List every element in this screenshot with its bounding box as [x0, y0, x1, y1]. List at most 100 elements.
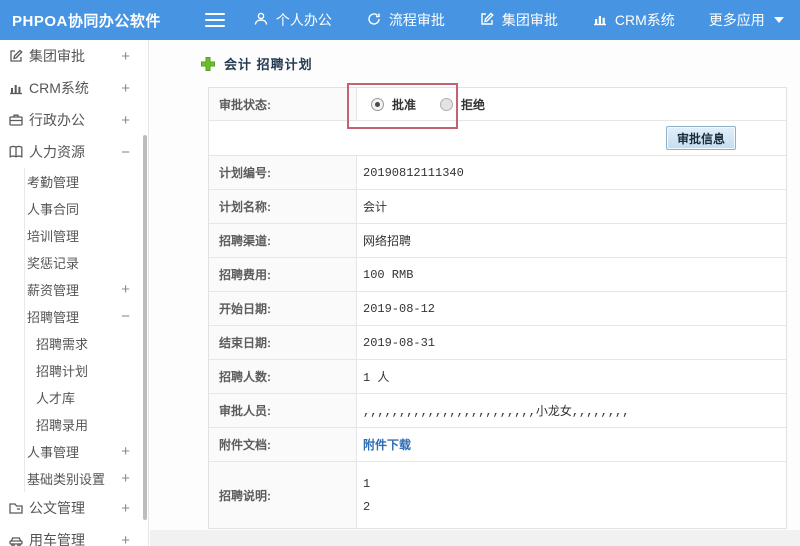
- radio-approve[interactable]: 批准: [371, 96, 416, 113]
- sidebar-item-label: 人力资源: [29, 144, 85, 160]
- form-row: 开始日期: 2019-08-12: [209, 292, 786, 326]
- field-label: 审批状态:: [209, 88, 357, 120]
- sidebar-menu: 集团审批 + CRM系统 + 行政办公 + 人力资源 − 考勤管理 人事合同 培训管理 奖惩记录 薪资管…: [0, 40, 148, 546]
- radio-reject[interactable]: 拒绝: [440, 96, 485, 113]
- sidebar-item-recruit-need[interactable]: 招聘需求: [0, 330, 148, 357]
- status-radio-group: 批准 拒绝: [371, 96, 485, 113]
- sidebar-item-human-resources[interactable]: 人力资源 −: [0, 136, 148, 168]
- field-label: 计划编号:: [209, 156, 357, 189]
- bar-chart-icon: [592, 11, 608, 30]
- nav-crm-system[interactable]: CRM系统: [592, 10, 675, 30]
- topbar: PHPOA协同办公软件 个人办公 流程审批 集团审批 CRM系统 更多应用: [0, 0, 800, 40]
- sidebar-item-document[interactable]: 公文管理 +: [0, 492, 148, 524]
- sidebar-item-label: 招聘计划: [36, 364, 89, 379]
- radio-approve-control[interactable]: [371, 97, 384, 111]
- sidebar-item-label: 招聘管理: [27, 310, 80, 325]
- briefcase-icon: [8, 112, 24, 128]
- expand-icon[interactable]: +: [121, 501, 130, 516]
- collapse-icon[interactable]: −: [121, 145, 130, 160]
- page-header: 会计 招聘计划: [150, 40, 800, 73]
- approval-info-button[interactable]: 审批信息: [665, 126, 736, 150]
- field-value: 2019-08-31: [363, 335, 436, 350]
- sidebar: 集团审批 + CRM系统 + 行政办公 + 人力资源 − 考勤管理 人事合同 培训管理 奖惩记录 薪资管…: [0, 40, 149, 546]
- sidebar-item-recruit-plan[interactable]: 招聘计划: [0, 357, 148, 384]
- field-label: 招聘费用:: [209, 258, 357, 291]
- sidebar-item-recruit[interactable]: 招聘管理 −: [0, 303, 148, 330]
- field-label: 结束日期:: [209, 326, 357, 359]
- attachment-download-link[interactable]: 附件下载: [363, 436, 411, 453]
- form-rows: 计划编号: 20190812111340 计划名称: 会计 招聘渠道: 网络招聘 招聘费用:…: [209, 156, 786, 528]
- sidebar-item-label: 人事管理: [27, 445, 80, 460]
- field-label: 开始日期:: [209, 292, 357, 325]
- sidebar-item-admin-office[interactable]: 行政办公 +: [0, 104, 148, 136]
- form-row: 招聘费用: 100 RMB: [209, 258, 786, 292]
- book-icon: [8, 144, 24, 160]
- sidebar-scrollbar[interactable]: [143, 135, 147, 520]
- sidebar-item-training[interactable]: 培训管理: [0, 222, 148, 249]
- main-content: 会计 招聘计划 审批状态: 批准 拒绝 审批信息 计划编号: 201908121…: [150, 40, 800, 546]
- recruit-plan-form: 审批状态: 批准 拒绝 审批信息 计划编号: 20190812111340 计划名: [208, 87, 787, 529]
- nav-more-apps[interactable]: 更多应用: [709, 10, 784, 30]
- edit-icon: [479, 11, 495, 30]
- sidebar-item-base-category[interactable]: 基础类别设置 +: [0, 465, 148, 492]
- sidebar-item-label: 招聘录用: [36, 418, 89, 433]
- field-value: ,,,,,,,,,,,,,,,,,,,,,,,,小龙女,,,,,,,,: [363, 405, 630, 419]
- field-value: 1 人: [363, 371, 390, 385]
- sidebar-item-vehicle[interactable]: 用车管理 +: [0, 524, 148, 546]
- form-row-actions: 审批信息: [209, 121, 786, 156]
- form-row: 审批人员: ,,,,,,,,,,,,,,,,,,,,,,,,小龙女,,,,,,,,: [209, 394, 786, 428]
- expand-icon[interactable]: +: [121, 49, 130, 64]
- radio-approve-label: 批准: [392, 97, 417, 112]
- nav-item-label: 个人办公: [275, 12, 332, 28]
- nav-item-label: 更多应用: [708, 12, 765, 28]
- sidebar-item-crm-system[interactable]: CRM系统 +: [0, 72, 148, 104]
- field-label: 招聘说明:: [209, 462, 357, 528]
- sidebar-item-attendance[interactable]: 考勤管理: [0, 168, 148, 195]
- sidebar-item-group-approval[interactable]: 集团审批 +: [0, 40, 148, 72]
- collapse-icon[interactable]: −: [121, 309, 130, 324]
- sidebar-item-talent-pool[interactable]: 人才库: [0, 384, 148, 411]
- nav-personal-office[interactable]: 个人办公: [253, 10, 332, 30]
- sidebar-item-label: CRM系统: [29, 80, 89, 96]
- form-row: 招聘说明: 1 2: [209, 462, 786, 528]
- sidebar-item-reward-punish[interactable]: 奖惩记录: [0, 249, 148, 276]
- description-line: 1: [363, 476, 371, 491]
- form-row: 计划名称: 会计: [209, 190, 786, 224]
- menu-hamburger-icon[interactable]: [204, 13, 225, 27]
- form-row: 附件文档: 附件下载: [209, 428, 786, 462]
- sidebar-item-hr-contract[interactable]: 人事合同: [0, 195, 148, 222]
- expand-icon[interactable]: +: [121, 113, 130, 128]
- expand-icon[interactable]: +: [121, 282, 130, 297]
- nav-item-label: 集团审批: [501, 12, 558, 28]
- field-value: 网络招聘: [363, 235, 412, 249]
- sidebar-item-personnel[interactable]: 人事管理 +: [0, 438, 148, 465]
- sidebar-item-label: 用车管理: [29, 532, 85, 546]
- field-value: 20190812111340: [363, 165, 464, 180]
- sidebar-item-recruit-hire[interactable]: 招聘录用: [0, 411, 148, 438]
- page-title: 会计 招聘计划: [224, 57, 313, 72]
- expand-icon[interactable]: +: [121, 533, 130, 546]
- topbar-nav: 个人办公 流程审批 集团审批 CRM系统 更多应用: [253, 10, 784, 30]
- sidebar-item-label: 集团审批: [29, 48, 85, 64]
- nav-process-approval[interactable]: 流程审批: [366, 10, 445, 30]
- app-logo: PHPOA协同办公软件: [12, 12, 161, 30]
- car-icon: [8, 532, 24, 546]
- form-row: 招聘渠道: 网络招聘: [209, 224, 786, 258]
- field-value: 附件下载: [357, 428, 786, 461]
- nav-group-approval[interactable]: 集团审批: [479, 10, 558, 30]
- field-value: 12: [357, 462, 786, 528]
- expand-icon[interactable]: +: [121, 81, 130, 96]
- nav-item-label: 流程审批: [388, 12, 445, 28]
- expand-icon[interactable]: +: [121, 471, 130, 486]
- sidebar-item-salary[interactable]: 薪资管理 +: [0, 276, 148, 303]
- field-label: 附件文档:: [209, 428, 357, 461]
- sidebar-item-label: 公文管理: [29, 500, 85, 516]
- radio-reject-control[interactable]: [440, 97, 454, 111]
- expand-icon[interactable]: +: [121, 444, 130, 459]
- field-value: 100 RMB: [363, 267, 414, 282]
- nav-item-label: CRM系统: [614, 12, 675, 28]
- field-label: 计划名称:: [209, 190, 357, 223]
- folder-icon: [8, 500, 24, 516]
- form-row-status: 审批状态: 批准 拒绝: [209, 88, 786, 121]
- content-footer-strip: [150, 530, 800, 546]
